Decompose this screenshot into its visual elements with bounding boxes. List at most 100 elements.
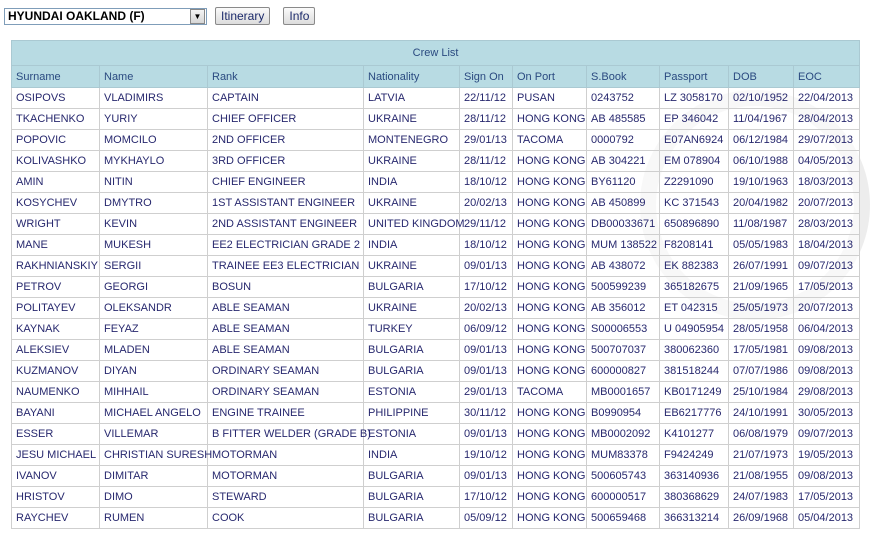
table-cell: 20/07/2013 — [792, 192, 861, 214]
table-cell: HONG KONG — [512, 423, 587, 445]
table-row: KOLIVASHKO MYKHAYLO 3RD OFFICER UKRAINE 28/1… — [11, 150, 861, 172]
table-cell: RAKHNIANSKIY — [11, 255, 100, 277]
table-cell: 365182675 — [659, 276, 729, 298]
table-cell: PHILIPPINE — [363, 402, 460, 424]
table-cell: 2ND OFFICER — [207, 129, 364, 151]
table-cell: 30/05/2013 — [792, 402, 861, 424]
table-cell: UKRAINE — [363, 108, 460, 130]
table-cell: 22/04/2013 — [792, 87, 861, 109]
table-cell: UKRAINE — [363, 150, 460, 172]
table-cell: AB 485585 — [586, 108, 660, 130]
table-cell: 500707037 — [586, 339, 660, 361]
table-cell: INDIA — [363, 444, 460, 466]
table-cell: 09/07/2013 — [792, 423, 861, 445]
table-cell: MLADEN — [99, 339, 208, 361]
table-cell: 06/09/12 — [459, 318, 513, 340]
table-cell: 21/09/1965 — [728, 276, 794, 298]
table-cell: MICHAEL ANGELO — [99, 402, 208, 424]
table-cell: 17/10/12 — [459, 276, 513, 298]
vessel-select[interactable]: HYUNDAI OAKLAND (F) ▼ — [4, 7, 207, 25]
table-cell: OSIPOVS — [11, 87, 100, 109]
table-cell: 26/09/1968 — [728, 507, 794, 529]
table-cell: HONG KONG — [512, 402, 587, 424]
table-cell: MONTENEGRO — [363, 129, 460, 151]
table-cell: 06/12/1984 — [728, 129, 794, 151]
column-header: Sign On — [459, 65, 513, 88]
table-cell: 0000792 — [586, 129, 660, 151]
table-cell: S00006553 — [586, 318, 660, 340]
table-cell: HONG KONG — [512, 171, 587, 193]
table-cell: MIHHAIL — [99, 381, 208, 403]
table-cell: PUSAN — [512, 87, 587, 109]
table-cell: HONG KONG — [512, 465, 587, 487]
table-cell: 02/10/1952 — [728, 87, 794, 109]
table-cell: BAYANI — [11, 402, 100, 424]
table-cell: 25/10/1984 — [728, 381, 794, 403]
table-cell: HONG KONG — [512, 507, 587, 529]
table-cell: HONG KONG — [512, 108, 587, 130]
chevron-down-icon[interactable]: ▼ — [190, 8, 205, 24]
column-header: Passport — [659, 65, 729, 88]
table-cell: B FITTER WELDER (GRADE B) — [207, 423, 371, 445]
table-cell: 28/03/2013 — [792, 213, 861, 235]
table-cell: 09/08/2013 — [792, 465, 861, 487]
table-cell: ABLE SEAMAN — [207, 297, 364, 319]
table-cell: RUMEN — [99, 507, 208, 529]
table-cell: TRAINEE EE3 ELECTRICIAN — [207, 255, 364, 277]
table-cell: 09/01/13 — [459, 339, 513, 361]
table-cell: 29/08/2013 — [792, 381, 861, 403]
table-cell: MANE — [11, 234, 100, 256]
table-cell: 29/01/13 — [459, 381, 513, 403]
info-button[interactable]: Info — [283, 7, 316, 25]
table-row: HRISTOV DIMO STEWARD BULGARIA 17/10/12 HONG K… — [11, 486, 861, 508]
table-cell: 29/01/13 — [459, 129, 513, 151]
table-cell: 09/08/2013 — [792, 339, 861, 361]
table-cell: HONG KONG — [512, 486, 587, 508]
table-cell: COOK — [207, 507, 364, 529]
table-cell: Z2291090 — [659, 171, 729, 193]
table-row: TKACHENKO YURIY CHIEF OFFICER UKRAINE 28/11/… — [11, 108, 861, 130]
table-row: JESU MICHAEL CHRISTIAN SURESH MOTORMAN INDI… — [11, 444, 861, 466]
table-cell: YURIY — [99, 108, 208, 130]
table-cell: 363140936 — [659, 465, 729, 487]
table-cell: K4101277 — [659, 423, 729, 445]
table-cell: MOTORMAN — [207, 444, 364, 466]
table-cell: 04/05/2013 — [792, 150, 861, 172]
table-cell: 09/01/13 — [459, 465, 513, 487]
table-cell: 28/11/12 — [459, 150, 513, 172]
table-cell: MUKESH — [99, 234, 208, 256]
table-row: KAYNAK FEYAZ ABLE SEAMAN TURKEY 06/09/12 HONG… — [11, 318, 861, 340]
table-cell: LATVIA — [363, 87, 460, 109]
table-cell: ORDINARY SEAMAN — [207, 360, 364, 382]
table-cell: DIMO — [99, 486, 208, 508]
table-cell: 3RD OFFICER — [207, 150, 364, 172]
table-cell: BULGARIA — [363, 276, 460, 298]
table-cell: AB 304221 — [586, 150, 660, 172]
table-cell: CHIEF OFFICER — [207, 108, 364, 130]
table-cell: EB6217776 — [659, 402, 729, 424]
table-cell: 500605743 — [586, 465, 660, 487]
table-cell: JESU MICHAEL — [11, 444, 100, 466]
table-cell: 17/10/12 — [459, 486, 513, 508]
itinerary-button[interactable]: Itinerary — [215, 7, 271, 25]
table-cell: AMIN — [11, 171, 100, 193]
table-cell: ESSER — [11, 423, 100, 445]
table-cell: 22/11/12 — [459, 87, 513, 109]
table-cell: DB00033671 — [586, 213, 660, 235]
table-row: OSIPOVS VLADIMIRS CAPTAIN LATVIA 22/11/12 PUS… — [11, 87, 861, 109]
table-row: NAUMENKO MIHHAIL ORDINARY SEAMAN ESTONIA 29/… — [11, 381, 861, 403]
table-cell: 21/08/1955 — [728, 465, 794, 487]
table-cell: KOSYCHEV — [11, 192, 100, 214]
table-cell: 19/10/1963 — [728, 171, 794, 193]
table-cell: 28/11/12 — [459, 108, 513, 130]
table-cell: E07AN6924 — [659, 129, 729, 151]
table-cell: UKRAINE — [363, 297, 460, 319]
table-cell: PETROV — [11, 276, 100, 298]
table-row: KUZMANOV DIYAN ORDINARY SEAMAN BULGARIA 09/0… — [11, 360, 861, 382]
table-cell: 05/04/2013 — [792, 507, 861, 529]
table-cell: MB0001657 — [586, 381, 660, 403]
table-cell: AB 438072 — [586, 255, 660, 277]
table-cell: 09/01/13 — [459, 423, 513, 445]
table-cell: NAUMENKO — [11, 381, 100, 403]
table-row: PETROV GEORGI BOSUN BULGARIA 17/10/12 HONG KO… — [11, 276, 861, 298]
